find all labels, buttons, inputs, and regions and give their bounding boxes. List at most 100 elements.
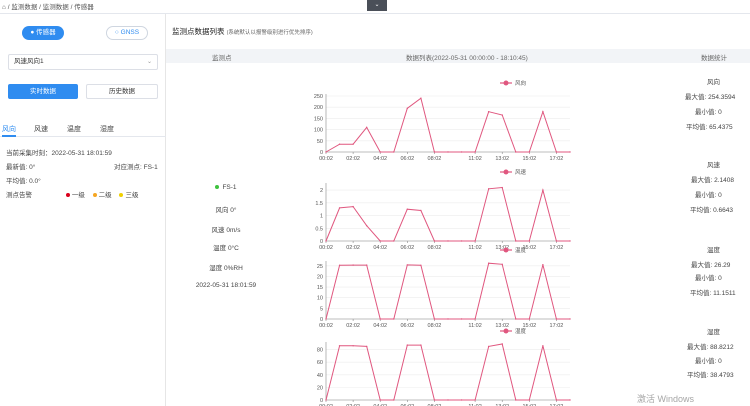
data-point <box>325 318 327 320</box>
stat-avg: 平均值: 0.6643 <box>690 207 733 214</box>
data-point <box>474 151 476 153</box>
data-point <box>555 318 558 320</box>
data-point <box>406 344 409 346</box>
legend-marker <box>503 169 509 175</box>
y-tick-label: 25 <box>317 264 323 270</box>
data-point <box>515 151 517 153</box>
y-tick-label: 60 <box>317 360 323 366</box>
active-tab-indicator <box>2 135 16 137</box>
data-point <box>474 399 476 401</box>
stat-min: 最小值: 0 <box>695 358 722 365</box>
y-tick-label: 1.5 <box>315 201 323 207</box>
data-point <box>420 344 422 346</box>
data-point <box>406 208 409 210</box>
y-tick-label: 20 <box>317 274 323 280</box>
stat-max: 最大值: 254.3594 <box>685 94 736 101</box>
x-tick-label: 02:02 <box>346 156 360 162</box>
data-point <box>528 318 531 320</box>
stat-min: 最小值: 0 <box>695 109 722 116</box>
temperature-chart: 温度051015202500:02 02:02 04:02 06:02 08:02 11:… <box>317 246 571 329</box>
y-tick-label: 250 <box>314 94 323 100</box>
status-dot <box>215 184 220 189</box>
data-point <box>447 318 449 320</box>
legend-label: 风速 <box>515 169 527 176</box>
tab-wind-direction[interactable]: 风向 <box>2 124 16 134</box>
data-point <box>406 264 409 266</box>
data-point <box>487 188 490 190</box>
y-tick-label: 150 <box>314 116 323 122</box>
point-name: FS-1 <box>166 184 286 191</box>
data-point <box>325 151 327 153</box>
column-data: 数据列表(2022-05-31 00:00:00 - 18:10:45) <box>406 55 528 62</box>
table-header: 监测点 数据列表(2022-05-31 00:00:00 - 18:10:45)… <box>166 49 750 63</box>
data-point <box>393 318 395 320</box>
gnss-toggle[interactable]: ○ GNSS <box>106 26 148 40</box>
stat-avg: 平均值: 38.4793 <box>687 372 734 379</box>
data-point <box>420 264 422 267</box>
home-icon[interactable]: ⌂ <box>2 4 6 11</box>
x-tick-label: 15:02 <box>522 156 536 162</box>
legend-label: 温度 <box>515 246 527 254</box>
wind-speed-chart: 风速00.511.5200:02 02:02 04:02 06:02 08:02 11:0… <box>315 169 571 251</box>
data-point <box>393 151 395 153</box>
stat-avg: 平均值: 65.4375 <box>686 124 733 131</box>
stat-name: 湿度 <box>707 329 720 336</box>
data-point <box>433 318 436 320</box>
point-direction: 风向 0° <box>215 207 237 214</box>
data-point <box>365 264 368 266</box>
data-point <box>542 264 544 266</box>
stat-max: 最大值: 2.1408 <box>691 177 734 184</box>
legend-label: 湿度 <box>515 327 527 335</box>
data-point <box>528 399 531 401</box>
data-point <box>555 151 558 153</box>
data-point <box>569 318 571 320</box>
data-point <box>528 151 531 153</box>
x-tick-label: 04:02 <box>373 156 387 162</box>
data-point <box>569 399 571 401</box>
legend-marker <box>503 328 509 334</box>
tab-wind-speed[interactable]: 风速 <box>34 124 48 134</box>
data-point <box>487 110 490 113</box>
point-speed: 风速 0m/s <box>211 227 241 234</box>
collapse-button[interactable]: ⌄ <box>367 0 387 11</box>
level-2-dot <box>92 192 97 197</box>
y-tick-label: 100 <box>314 128 323 134</box>
data-point <box>515 318 517 320</box>
data-point <box>352 264 354 266</box>
legend-label: 风向 <box>515 79 526 87</box>
y-tick-label: 20 <box>317 385 323 391</box>
history-data-button[interactable]: 历史数据 <box>86 84 158 99</box>
legend-marker <box>503 80 509 86</box>
sensor-toggle[interactable]: ● 传感器 <box>22 26 64 40</box>
point-humidity: 湿度 0%RH <box>209 265 243 272</box>
level-1-dot <box>65 192 70 197</box>
metric-tabs: 风向 风速 温度 湿度 <box>0 121 166 137</box>
latest-value: 最新值: 0° <box>6 164 36 171</box>
data-point <box>555 399 558 401</box>
stat-max: 最大值: 88.8212 <box>687 344 734 351</box>
data-point <box>487 345 490 348</box>
wind-direction-chart: 风向05010015020025000:02 02:02 04:02 06:02 08:… <box>314 79 571 162</box>
data-point <box>379 151 381 153</box>
data-point <box>433 151 436 153</box>
y-tick-label: 1 <box>320 214 323 220</box>
data-point <box>501 343 503 345</box>
realtime-data-button[interactable]: 实时数据 <box>8 84 78 99</box>
data-point <box>406 107 409 110</box>
data-point <box>420 97 422 99</box>
data-point <box>501 263 503 265</box>
series-line <box>325 343 570 401</box>
data-point <box>501 114 503 116</box>
y-tick-label: 0.5 <box>315 226 323 232</box>
left-panel: ● 传感器 ○ GNSS 风速风向1 ⌄ 实时数据 历史数据 风向 风速 温度 … <box>0 14 166 406</box>
data-point <box>474 318 476 320</box>
data-point <box>487 262 490 264</box>
sensor-select[interactable]: 风速风向1 ⌄ <box>8 54 158 70</box>
tab-temperature[interactable]: 温度 <box>67 124 81 134</box>
series-line <box>325 97 570 153</box>
series-line <box>325 186 570 242</box>
data-point <box>379 318 381 320</box>
main-panel: 监测点数据列表 (系统默认以报警级别进行优先排序) 监测点 数据列表(2022-… <box>166 14 750 406</box>
tab-humidity[interactable]: 湿度 <box>100 124 114 134</box>
x-tick-label: 17:02 <box>550 156 564 162</box>
